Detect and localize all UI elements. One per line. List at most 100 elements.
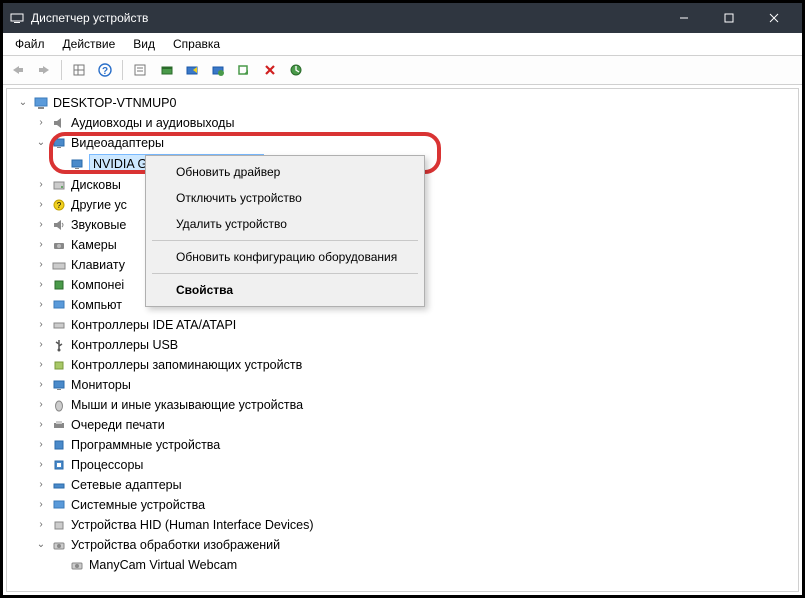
forward-button[interactable] [33,59,55,81]
titlebar: Диспетчер устройств [3,3,802,33]
expand-icon[interactable]: › [35,256,47,274]
storage-icon [51,357,67,373]
expand-icon[interactable]: › [35,336,47,354]
tree-item-label: Компонеі [71,276,124,294]
show-hidden-button[interactable] [68,59,90,81]
uninstall-button[interactable] [233,59,255,81]
close-button[interactable] [751,3,796,33]
tree-item-ide[interactable]: › Контроллеры IDE ATA/ATAPI [35,315,798,335]
hid-icon [51,517,67,533]
expand-icon[interactable]: › [35,456,47,474]
cpu-icon [51,457,67,473]
menu-scan-hardware[interactable]: Обновить конфигурацию оборудования [148,244,422,270]
display-adapter-icon [69,156,85,172]
device-tree[interactable]: ⌄ DESKTOP-VTNMUP0 › Аудиовходы и аудиовы… [6,88,799,592]
display-adapter-icon [51,135,67,151]
tree-item-label: Сетевые адаптеры [71,476,182,494]
collapse-icon[interactable]: ⌄ [17,94,29,112]
maximize-button[interactable] [706,3,751,33]
menu-update-driver[interactable]: Обновить драйвер [148,159,422,185]
webcam-icon [69,557,85,573]
tree-item-label: Контроллеры запоминающих устройств [71,356,302,374]
properties-button[interactable] [129,59,151,81]
tree-item-label: Клавиату [71,256,125,274]
menu-disable-device[interactable]: Отключить устройство [148,185,422,211]
minimize-button[interactable] [661,3,706,33]
menu-help[interactable]: Справка [165,35,228,53]
expand-icon[interactable]: › [35,236,47,254]
disable-button[interactable] [181,59,203,81]
window-controls [661,3,796,33]
expand-icon[interactable]: › [35,496,47,514]
expand-icon[interactable]: › [35,396,47,414]
tree-item-label: Мыши и иные указывающие устройства [71,396,303,414]
mouse-icon [51,397,67,413]
tree-item-label: Контроллеры IDE ATA/ATAPI [71,316,236,334]
tree-item-label: Устройства обработки изображений [71,536,280,554]
menubar: Файл Действие Вид Справка [3,33,802,55]
back-button[interactable] [7,59,29,81]
expand-icon[interactable]: › [35,276,47,294]
other-device-icon: ? [51,197,67,213]
expand-icon[interactable]: › [35,176,47,194]
tree-item-video[interactable]: ⌄ Видеоадаптеры [35,133,798,153]
tree-item-label: Дисковы [71,176,121,194]
tree-item-network[interactable]: › Сетевые адаптеры [35,475,798,495]
tree-item-imaging[interactable]: ⌄ Устройства обработки изображений [35,535,798,555]
tree-item-label: Устройства HID (Human Interface Devices) [71,516,314,534]
tree-item-print[interactable]: ›Очереди печати [35,415,798,435]
expand-icon[interactable]: › [35,114,47,132]
expand-icon[interactable]: › [35,516,47,534]
disk-icon [51,177,67,193]
sound-icon [51,217,67,233]
tree-item-system[interactable]: › Системные устройства [35,495,798,515]
expand-icon[interactable]: › [35,436,47,454]
menu-view[interactable]: Вид [125,35,163,53]
tree-root-label: DESKTOP-VTNMUP0 [53,94,176,112]
help-button[interactable]: ? [94,59,116,81]
menu-properties[interactable]: Свойства [148,277,422,303]
tree-item-monitors[interactable]: ›Мониторы [35,375,798,395]
tree-root[interactable]: ⌄ DESKTOP-VTNMUP0 [17,93,798,113]
expand-icon[interactable]: › [35,416,47,434]
tree-item-hid[interactable]: › Устройства HID (Human Interface Devices… [35,515,798,535]
tree-item-storage[interactable]: › Контроллеры запоминающих устройств [35,355,798,375]
svg-text:?: ? [102,66,108,77]
expand-icon[interactable]: › [35,196,47,214]
tree-item-webcam[interactable]: ManyCam Virtual Webcam [53,555,798,575]
tree-item-cpu[interactable]: › Процессоры [35,455,798,475]
camera-icon [51,237,67,253]
expand-icon[interactable]: › [35,316,47,334]
tree-item-mouse[interactable]: › Мыши и иные указывающие устройства [35,395,798,415]
expand-icon[interactable]: › [35,216,47,234]
toolbar: ? [3,55,802,85]
network-icon [51,477,67,493]
expand-icon[interactable]: › [35,356,47,374]
expand-icon[interactable]: › [35,296,47,314]
delete-button[interactable] [259,59,281,81]
menu-action[interactable]: Действие [55,35,124,53]
tree-item-label: Системные устройства [71,496,205,514]
tree-item-usb[interactable]: ›Контроллеры USB [35,335,798,355]
expand-icon[interactable]: › [35,476,47,494]
tree-item-audio[interactable]: › Аудиовходы и аудиовыходы [35,113,798,133]
collapse-icon[interactable]: ⌄ [35,134,47,152]
scan-button[interactable] [207,59,229,81]
menu-separator [152,240,418,241]
imaging-icon [51,537,67,553]
collapse-icon[interactable]: ⌄ [35,536,47,554]
menu-remove-device[interactable]: Удалить устройство [148,211,422,237]
tree-item-software[interactable]: ›Программные устройства [35,435,798,455]
update-button[interactable] [155,59,177,81]
tree-item-label: Другие ус [71,196,127,214]
toolbar-separator [61,60,62,80]
tree-item-label: Видеоадаптеры [71,134,164,152]
scan-hardware-button[interactable] [285,59,307,81]
tree-item-label: Процессоры [71,456,143,474]
computer-icon [33,95,49,111]
context-menu: Обновить драйвер Отключить устройство Уд… [145,155,425,307]
expand-icon[interactable]: › [35,376,47,394]
window-title: Диспетчер устройств [31,11,661,25]
menu-file[interactable]: Файл [7,35,53,53]
component-icon [51,277,67,293]
